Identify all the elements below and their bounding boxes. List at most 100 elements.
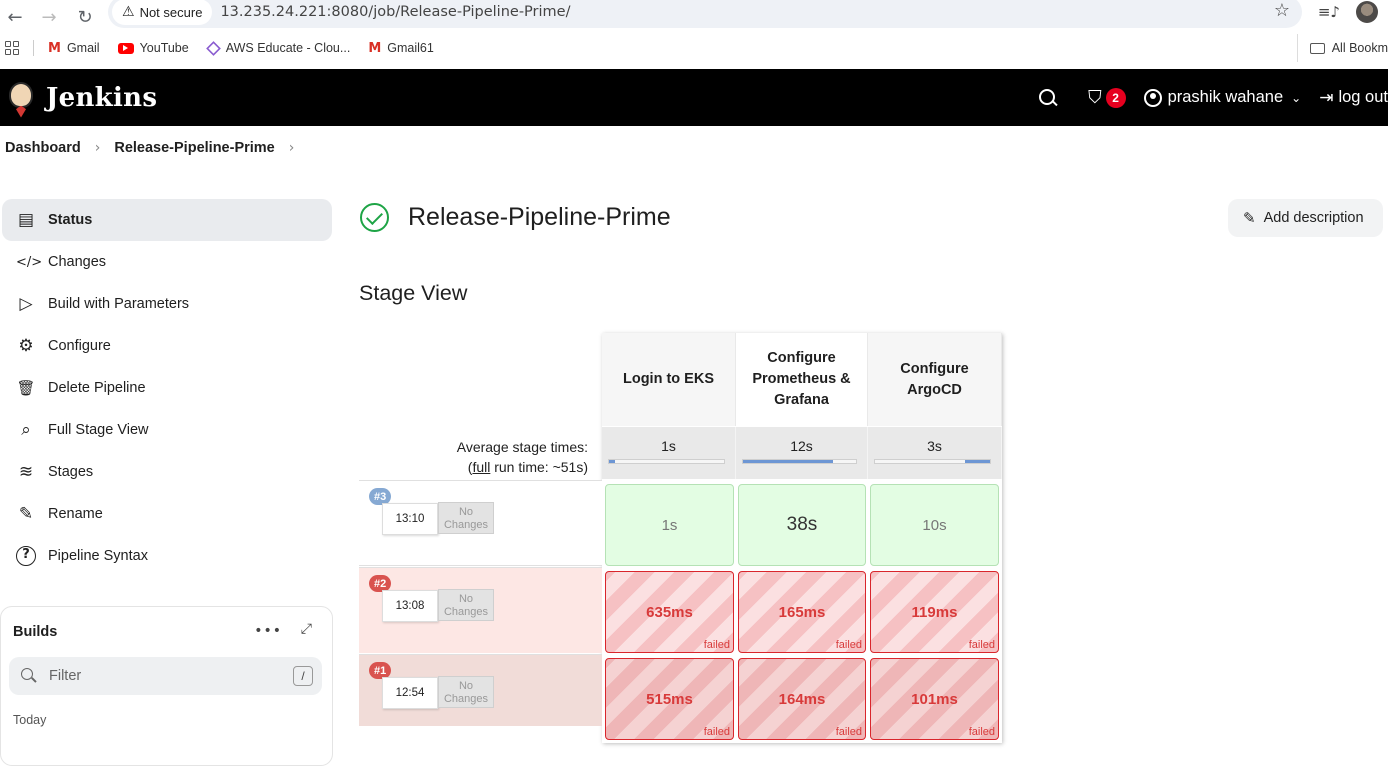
sidebar-item-build-with-parameters[interactable]: ▷ Build with Parameters bbox=[2, 283, 332, 325]
sidebar-item-label: Build with Parameters bbox=[48, 296, 190, 312]
stage-cell-failed[interactable]: 119ms failed bbox=[870, 571, 999, 653]
expand-icon[interactable]: ⤢ bbox=[301, 621, 312, 637]
layers-icon: ≋ bbox=[18, 462, 34, 482]
chevron-down-icon[interactable]: ⌄ bbox=[1291, 91, 1301, 105]
stage-cell[interactable]: 38s bbox=[738, 484, 866, 566]
stage-cell[interactable]: 1s bbox=[605, 484, 734, 566]
address-bar[interactable]: ⚠ Not secure 13.235.24.221:8080/job/Rele… bbox=[108, 0, 1302, 28]
jenkins-header: Jenkins ⛉ 2 prashik wahane ⌄ ⇥ log out bbox=[0, 69, 1388, 126]
job-title-row: Release-Pipeline-Prime bbox=[360, 203, 671, 232]
stage-cell-failed[interactable]: 635ms failed bbox=[605, 571, 734, 653]
stage-name: Login to EKS bbox=[622, 371, 714, 387]
back-icon[interactable]: ← bbox=[0, 5, 30, 29]
stage-duration: 635ms bbox=[646, 603, 693, 621]
warning-icon: ⚠ bbox=[122, 4, 135, 20]
sidebar-item-label: Rename bbox=[48, 506, 103, 522]
breadcrumb-job[interactable]: Release-Pipeline-Prime bbox=[114, 140, 274, 156]
pencil-icon: ✎ bbox=[18, 504, 34, 524]
shield-icon[interactable]: ⛉ bbox=[1088, 87, 1102, 108]
bookmark-youtube[interactable]: YouTube bbox=[117, 41, 189, 55]
avg-label-line2: (full run time: ~51s) bbox=[467, 459, 588, 475]
builds-group-label: Today bbox=[13, 713, 47, 727]
full-run-time-link[interactable]: full bbox=[472, 459, 490, 475]
stage-duration: 101ms bbox=[911, 690, 958, 708]
chevron-right-icon: › bbox=[94, 140, 101, 156]
stage-cell-failed[interactable]: 515ms failed bbox=[605, 658, 734, 740]
sidebar-item-delete-pipeline[interactable]: 🗑 Delete Pipeline bbox=[2, 367, 332, 409]
sidebar-item-stages[interactable]: ≋ Stages bbox=[2, 451, 332, 493]
bookmark-label: YouTube bbox=[139, 41, 189, 55]
aws-icon bbox=[205, 40, 221, 56]
header-actions: ⛉ 2 prashik wahane ⌄ ⇥ log out bbox=[1038, 69, 1388, 126]
filter-input[interactable] bbox=[49, 668, 269, 684]
sidebar-item-pipeline-syntax[interactable]: ? Pipeline Syntax bbox=[2, 535, 332, 577]
forward-icon[interactable]: → bbox=[34, 5, 64, 29]
bookmark-star-icon[interactable]: ☆ bbox=[1274, 0, 1290, 21]
jenkins-title[interactable]: Jenkins bbox=[46, 83, 157, 113]
sidebar-item-changes[interactable]: </> Changes bbox=[2, 241, 332, 283]
avg-label-line1: Average stage times: bbox=[456, 439, 588, 455]
page-title: Release-Pipeline-Prime bbox=[408, 203, 671, 231]
bookmark-label: AWS Educate - Clou... bbox=[225, 41, 351, 55]
avg-time-value: 3s bbox=[927, 438, 942, 454]
avg-label-rest: run time: ~51s) bbox=[490, 459, 588, 475]
stage-header-configure-argocd: Configure ArgoCD bbox=[868, 333, 1002, 426]
gear-icon: ⚙ bbox=[18, 336, 34, 356]
stage-cell-failed[interactable]: 165ms failed bbox=[738, 571, 866, 653]
url-text[interactable]: 13.235.24.221:8080/job/Release-Pipeline-… bbox=[220, 4, 570, 20]
bookmark-label: Gmail bbox=[66, 41, 100, 55]
build-time: 13:10 bbox=[382, 503, 438, 535]
failed-label: failed bbox=[703, 726, 730, 738]
more-options-icon[interactable]: ••• bbox=[254, 623, 282, 639]
failed-label: failed bbox=[968, 639, 995, 651]
stage-duration: 10s bbox=[922, 516, 947, 534]
logout-link[interactable]: log out bbox=[1338, 88, 1388, 107]
stage-header-configure-prometheus: Configure Prometheus & Grafana bbox=[736, 333, 868, 426]
stage-name: Configure ArgoCD bbox=[900, 360, 969, 398]
bookmark-gmail[interactable]: M Gmail bbox=[48, 41, 100, 56]
stage-cell-failed[interactable]: 164ms failed bbox=[738, 658, 866, 740]
apps-grid-icon[interactable] bbox=[5, 41, 19, 55]
avg-time-value: 1s bbox=[661, 438, 676, 454]
help-icon: ? bbox=[16, 546, 36, 566]
user-name[interactable]: prashik wahane bbox=[1168, 88, 1284, 107]
all-bookmarks[interactable]: All Bookm bbox=[1296, 34, 1388, 62]
sidebar-item-label: Stages bbox=[48, 464, 94, 480]
stage-cell-failed[interactable]: 101ms failed bbox=[870, 658, 999, 740]
stage-cell[interactable]: 10s bbox=[870, 484, 999, 566]
bookmark-gmail61[interactable]: M Gmail61 bbox=[368, 41, 433, 56]
build-row-3: #3 13:10 No Changes bbox=[359, 480, 602, 566]
sidebar-item-status[interactable]: ▤ Status bbox=[2, 199, 332, 241]
bookmark-aws-educate[interactable]: AWS Educate - Clou... bbox=[205, 40, 351, 56]
sidebar-item-label: Configure bbox=[48, 338, 111, 354]
logout-icon[interactable]: ⇥ bbox=[1319, 88, 1333, 108]
security-badge[interactable]: 2 bbox=[1105, 87, 1126, 108]
search-icon[interactable] bbox=[1038, 88, 1058, 108]
add-description-button[interactable]: ✎ Add description bbox=[1228, 199, 1383, 237]
bookmark-label: Gmail61 bbox=[387, 41, 434, 55]
sidebar-item-configure[interactable]: ⚙ Configure bbox=[2, 325, 332, 367]
failed-label: failed bbox=[968, 726, 995, 738]
avg-time-cell: 12s bbox=[736, 427, 868, 479]
security-label: Not secure bbox=[139, 4, 203, 20]
security-chip[interactable]: ⚠ Not secure bbox=[112, 0, 213, 25]
user-icon[interactable] bbox=[1143, 88, 1162, 107]
profile-avatar[interactable] bbox=[1356, 1, 1378, 23]
sidebar: ▤ Status </> Changes ▷ Build with Parame… bbox=[0, 199, 334, 577]
builds-filter[interactable]: / bbox=[9, 657, 322, 695]
media-icon[interactable]: ≡♪ bbox=[1318, 3, 1340, 21]
breadcrumb: Dashboard › Release-Pipeline-Prime › bbox=[5, 140, 308, 156]
sidebar-item-full-stage-view[interactable]: ⌕ Full Stage View bbox=[2, 409, 332, 451]
sidebar-item-rename[interactable]: ✎ Rename bbox=[2, 493, 332, 535]
stage-duration: 38s bbox=[786, 514, 818, 535]
stage-view-title: Stage View bbox=[359, 281, 468, 305]
breadcrumb-dashboard[interactable]: Dashboard bbox=[5, 140, 81, 156]
avg-time-bar bbox=[874, 459, 991, 464]
all-bookmarks-label: All Bookm bbox=[1331, 41, 1388, 55]
reload-icon[interactable]: ↻ bbox=[70, 5, 100, 29]
failed-label: failed bbox=[835, 726, 862, 738]
jenkins-logo-icon[interactable] bbox=[6, 78, 36, 118]
chevron-right-icon[interactable]: › bbox=[289, 140, 295, 156]
youtube-icon bbox=[117, 42, 134, 54]
builds-title: Builds bbox=[13, 624, 58, 640]
